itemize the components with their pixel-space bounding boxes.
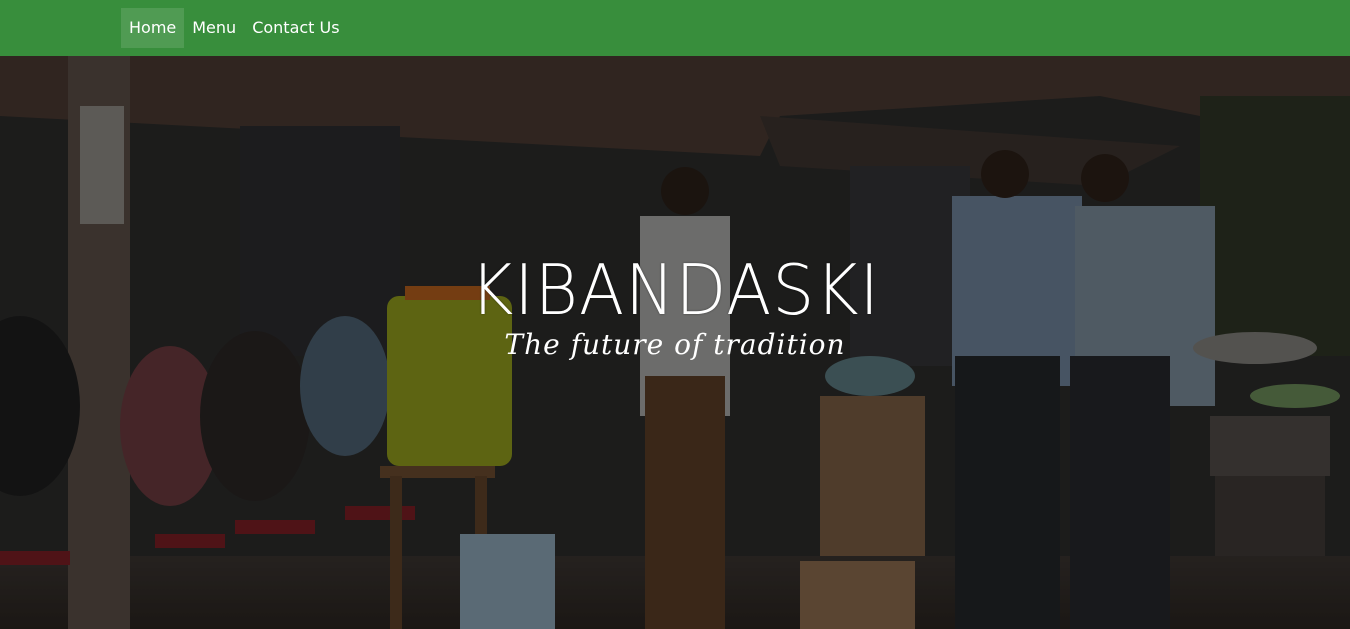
nav-list: Home Menu Contact Us — [121, 8, 348, 48]
nav-item-menu[interactable]: Menu — [184, 8, 244, 48]
hero-title: KIBANDASKI — [470, 250, 880, 332]
nav-item-home[interactable]: Home — [121, 8, 185, 48]
hero-section: KIBANDASKI The future of tradition — [0, 56, 1350, 629]
top-navbar: Home Menu Contact Us — [0, 0, 1350, 56]
nav-item-contact-us[interactable]: Contact Us — [244, 8, 347, 48]
hero-subtitle: The future of tradition — [504, 328, 846, 361]
